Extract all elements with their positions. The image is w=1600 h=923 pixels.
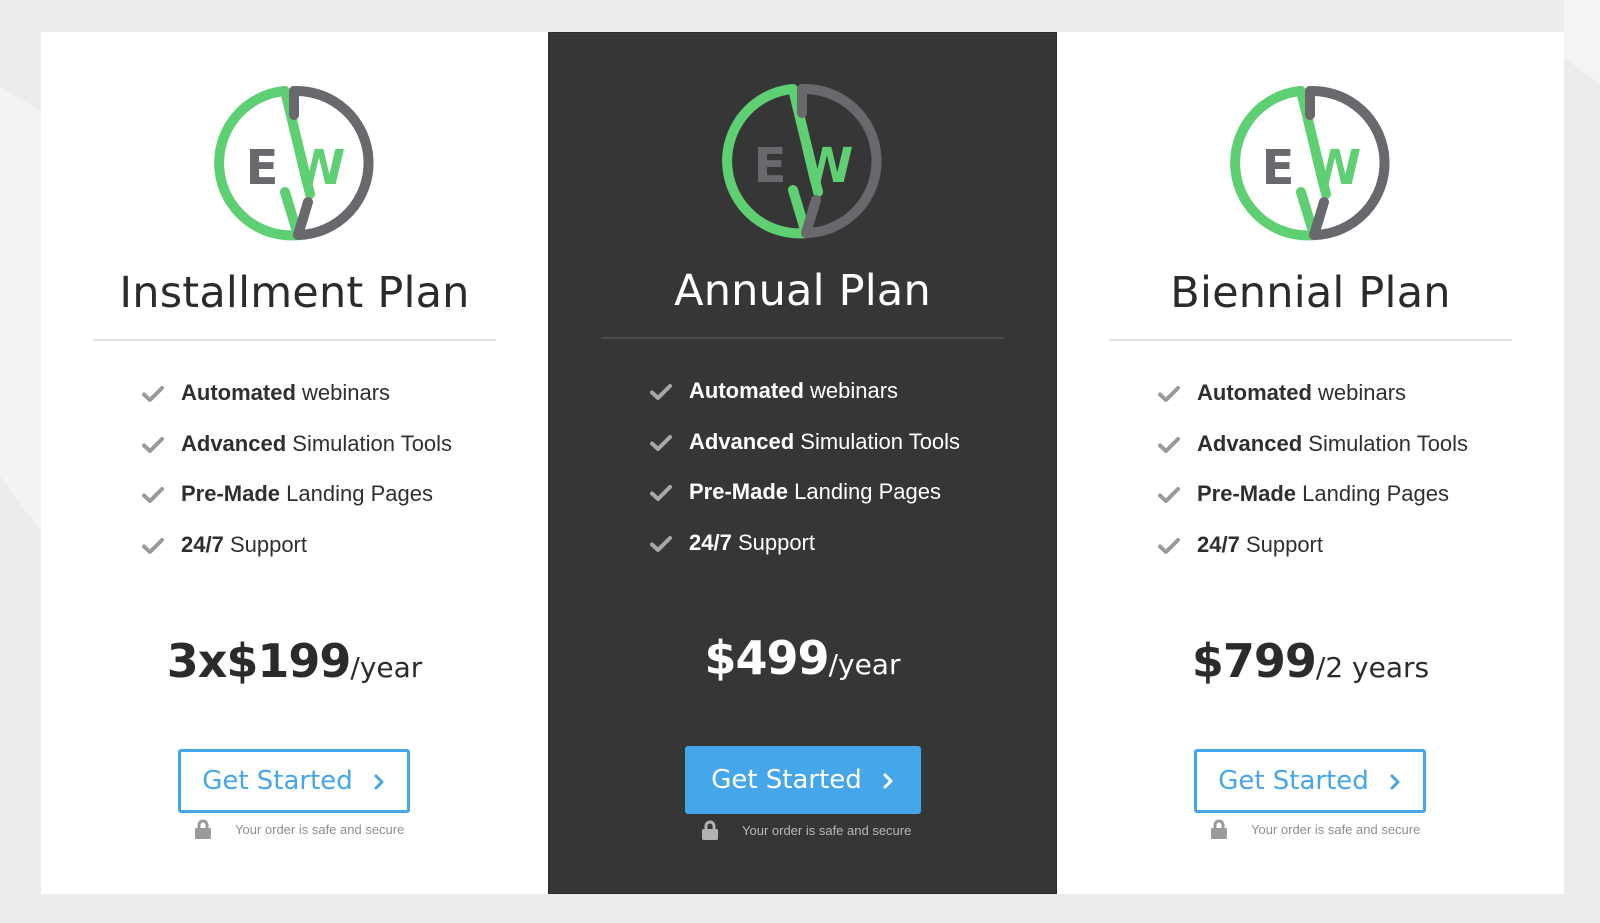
feature-text: webinars [295, 380, 391, 405]
feature-list: Automated webinars Advanced Simulation T… [650, 376, 960, 578]
title-divider [601, 337, 1004, 339]
feature-text: Simulation Tools [794, 428, 961, 454]
chevron-right-icon [374, 774, 384, 790]
check-icon [650, 535, 672, 552]
check-icon [1158, 386, 1180, 402]
title-divider [1109, 339, 1512, 341]
feature-bold-text: Pre-Made [1197, 481, 1297, 506]
title-divider [93, 339, 496, 341]
feature-bold-text: 24/7 [181, 531, 224, 557]
feature-item: 24/7 Support [142, 530, 452, 581]
logo-letter-w: W [1308, 140, 1361, 196]
get-started-button[interactable]: Get Started [177, 749, 410, 813]
secure-text: Your order is safe and secure [742, 822, 912, 838]
feature-text: Support [1239, 531, 1323, 557]
ew-logo-icon: E W [721, 83, 881, 239]
check-icon [650, 384, 672, 400]
price-amount: $799 [1191, 634, 1317, 688]
feature-bold-text: Pre-Made [181, 481, 281, 506]
chevron-right-icon [883, 773, 893, 789]
get-started-button[interactable]: Get Started [684, 746, 921, 814]
feature-item: Automated webinars [650, 376, 960, 427]
secure-note: Your order is safe and secure [701, 820, 911, 840]
logo-letter-e: E [1261, 140, 1294, 196]
secure-text: Your order is safe and secure [235, 821, 405, 837]
pricing-card-biennial: E W Biennial Plan Automated webinars Adv… [1057, 32, 1564, 894]
logo-letter-e: E [753, 138, 786, 194]
feature-item: Pre-Made Landing Pages [142, 479, 452, 530]
feature-text: Support [223, 531, 307, 557]
logo-letter-e: E [245, 140, 278, 196]
feature-text: webinars [1311, 380, 1407, 405]
chevron-right-icon [1390, 774, 1400, 790]
feature-item: Advanced Simulation Tools [142, 429, 452, 480]
price-amount: 3x$199 [166, 634, 352, 688]
feature-bold-text: 24/7 [689, 529, 732, 555]
price-amount: $499 [704, 631, 830, 685]
feature-text: Landing Pages [1296, 481, 1449, 506]
feature-bold-text: Advanced [689, 428, 795, 454]
plan-title: Installment Plan [119, 268, 470, 318]
feature-text: Landing Pages [280, 481, 433, 506]
feature-bold-text: Automated [1197, 380, 1312, 405]
feature-text: Simulation Tools [286, 430, 453, 456]
logo-letter-w: W [292, 140, 345, 196]
check-icon [1158, 487, 1180, 503]
price: $499/year [549, 631, 1056, 685]
price-period: /year [350, 651, 423, 684]
lock-icon [702, 820, 718, 840]
feature-item: Advanced Simulation Tools [1158, 429, 1468, 480]
price-period: /year [828, 648, 901, 681]
feature-list: Automated webinars Advanced Simulation T… [1158, 378, 1468, 580]
feature-list: Automated webinars Advanced Simulation T… [142, 378, 452, 580]
secure-text: Your order is safe and secure [1251, 821, 1421, 837]
get-started-label: Get Started [711, 765, 862, 795]
check-icon [142, 386, 164, 402]
get-started-label: Get Started [202, 766, 353, 796]
feature-bold-text: Automated [689, 378, 804, 403]
price: 3x$199/year [41, 634, 548, 688]
plan-title: Biennial Plan [1170, 268, 1451, 318]
lock-icon [195, 819, 211, 839]
plan-title: Annual Plan [674, 266, 931, 316]
feature-item: Pre-Made Landing Pages [650, 477, 960, 528]
get-started-button[interactable]: Get Started [1193, 749, 1426, 813]
pricing-card-installment: E W Installment Plan Automated webinars … [41, 32, 548, 894]
feature-bold-text: Advanced [1197, 430, 1303, 456]
feature-item: Advanced Simulation Tools [650, 427, 960, 478]
feature-bold-text: Pre-Made [689, 479, 789, 504]
check-icon [142, 436, 164, 453]
check-icon [142, 537, 164, 554]
feature-text: Simulation Tools [1302, 430, 1469, 456]
pricing-card-annual: E W Annual Plan Automated webinars Advan… [548, 32, 1057, 894]
lock-icon [1211, 819, 1227, 839]
ew-logo-icon: E W [213, 85, 373, 241]
pricing-section: E W Installment Plan Automated webinars … [41, 32, 1564, 894]
secure-note: Your order is safe and secure [194, 819, 404, 839]
feature-text: Support [731, 529, 815, 555]
price-period: /2 years [1315, 651, 1430, 684]
feature-bold-text: Advanced [181, 430, 287, 456]
feature-item: Automated webinars [142, 378, 452, 429]
feature-bold-text: 24/7 [1197, 531, 1240, 557]
secure-note: Your order is safe and secure [1210, 819, 1420, 839]
check-icon [1158, 436, 1180, 453]
feature-item: 24/7 Support [650, 528, 960, 579]
feature-item: Pre-Made Landing Pages [1158, 479, 1468, 530]
check-icon [1158, 537, 1180, 554]
check-icon [650, 485, 672, 501]
check-icon [650, 434, 672, 451]
feature-text: Landing Pages [788, 479, 941, 504]
ew-logo-icon: E W [1229, 85, 1389, 241]
check-icon [142, 487, 164, 503]
feature-text: webinars [803, 378, 899, 403]
feature-bold-text: Automated [181, 380, 296, 405]
feature-item: Automated webinars [1158, 378, 1468, 429]
get-started-label: Get Started [1218, 766, 1369, 796]
logo-letter-w: W [800, 138, 853, 194]
price: $799/2 years [1057, 634, 1564, 688]
feature-item: 24/7 Support [1158, 530, 1468, 581]
